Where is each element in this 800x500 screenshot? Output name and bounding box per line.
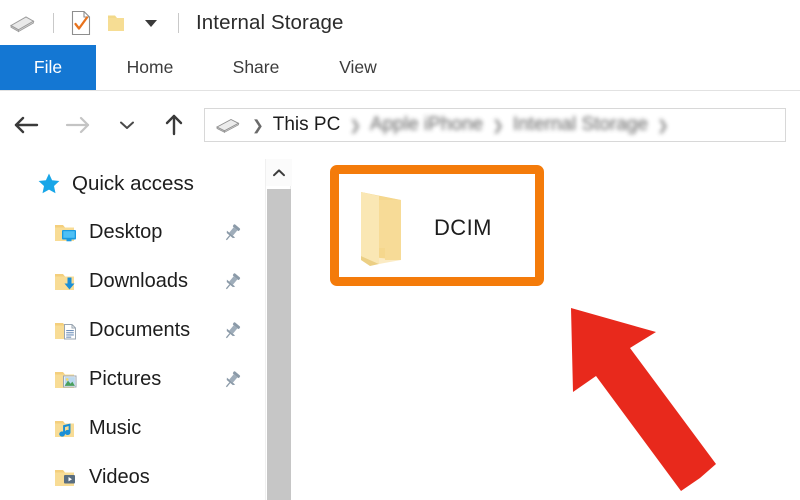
- content-area: Quick access Desktop Downloads Documents…: [0, 159, 800, 500]
- file-item-label: DCIM: [434, 215, 492, 240]
- drive-icon[interactable]: [0, 8, 44, 38]
- scrollbar-thumb[interactable]: [267, 189, 291, 500]
- toolbar-separator-2: [178, 12, 179, 33]
- new-folder-icon[interactable]: [99, 8, 133, 38]
- properties-icon[interactable]: [63, 8, 99, 38]
- sidebar-item-label: Pictures: [89, 368, 162, 390]
- navigation-pane-scrollbar[interactable]: [265, 159, 292, 500]
- star-icon: [36, 171, 70, 197]
- sidebar-item-music[interactable]: Music: [0, 404, 265, 453]
- ribbon-tabs: File Home Share View: [0, 45, 800, 90]
- sidebar-item-quick-access[interactable]: Quick access: [0, 159, 265, 208]
- navigation-pane: Quick access Desktop Downloads Documents…: [0, 159, 265, 500]
- pin-icon[interactable]: [221, 222, 243, 244]
- title-bar: Internal Storage: [0, 0, 800, 45]
- breadcrumb-separator-3[interactable]: ❯: [657, 117, 669, 134]
- toolbar-separator-1: [53, 12, 54, 33]
- address-bar[interactable]: ❯ This PC ❯ Apple iPhone ❯ Internal Stor…: [204, 108, 786, 142]
- sidebar-item-pictures[interactable]: Pictures: [0, 355, 265, 404]
- desktop-folder-icon: [53, 221, 87, 245]
- sidebar-item-label: Videos: [89, 466, 150, 488]
- pin-icon[interactable]: [221, 271, 243, 293]
- sidebar-item-label: Desktop: [89, 221, 163, 243]
- forward-button[interactable]: [52, 103, 104, 147]
- tab-view[interactable]: View: [308, 45, 408, 90]
- sidebar-item-documents[interactable]: Documents: [0, 306, 265, 355]
- sidebar-item-label: Quick access: [72, 171, 194, 195]
- breadcrumb-separator-0[interactable]: ❯: [252, 117, 264, 134]
- documents-folder-icon: [53, 319, 87, 343]
- sidebar-item-downloads[interactable]: Downloads: [0, 257, 265, 306]
- music-folder-icon: [53, 417, 87, 441]
- sidebar-item-label: Music: [89, 417, 142, 439]
- sidebar-item-label: Documents: [89, 319, 191, 341]
- sidebar-item-desktop[interactable]: Desktop: [0, 208, 265, 257]
- breadcrumb-separator-2[interactable]: ❯: [492, 117, 504, 134]
- pin-icon[interactable]: [221, 369, 243, 391]
- file-explorer-window: Internal Storage File Home Share View ❯ …: [0, 0, 800, 500]
- sidebar-item-videos[interactable]: Videos: [0, 453, 265, 500]
- file-list-pane[interactable]: DCIM: [292, 159, 800, 500]
- file-item-dcim[interactable]: DCIM: [330, 168, 538, 288]
- pin-icon[interactable]: [221, 320, 243, 342]
- sidebar-item-label: Downloads: [89, 270, 188, 292]
- scroll-up-button[interactable]: [266, 159, 292, 186]
- up-button[interactable]: [150, 103, 198, 147]
- tab-share[interactable]: Share: [204, 45, 308, 90]
- pictures-folder-icon: [53, 368, 87, 392]
- navigation-bar: ❯ This PC ❯ Apple iPhone ❯ Internal Stor…: [0, 91, 800, 159]
- tab-file[interactable]: File: [0, 45, 96, 90]
- open-folder-icon: [330, 186, 434, 270]
- recent-locations-button[interactable]: [104, 103, 150, 147]
- breadcrumb-internal-storage[interactable]: Internal Storage: [513, 114, 648, 136]
- window-title: Internal Storage: [196, 10, 344, 34]
- downloads-folder-icon: [53, 270, 87, 294]
- videos-folder-icon: [53, 466, 87, 490]
- chevron-down-icon[interactable]: [133, 8, 169, 38]
- breadcrumb-apple-iphone[interactable]: Apple iPhone: [370, 114, 483, 136]
- tab-home[interactable]: Home: [96, 45, 204, 90]
- this-pc-icon: [215, 116, 241, 134]
- breadcrumb-separator-1[interactable]: ❯: [349, 117, 361, 134]
- back-button[interactable]: [0, 103, 52, 147]
- breadcrumb-this-pc[interactable]: This PC: [273, 114, 341, 136]
